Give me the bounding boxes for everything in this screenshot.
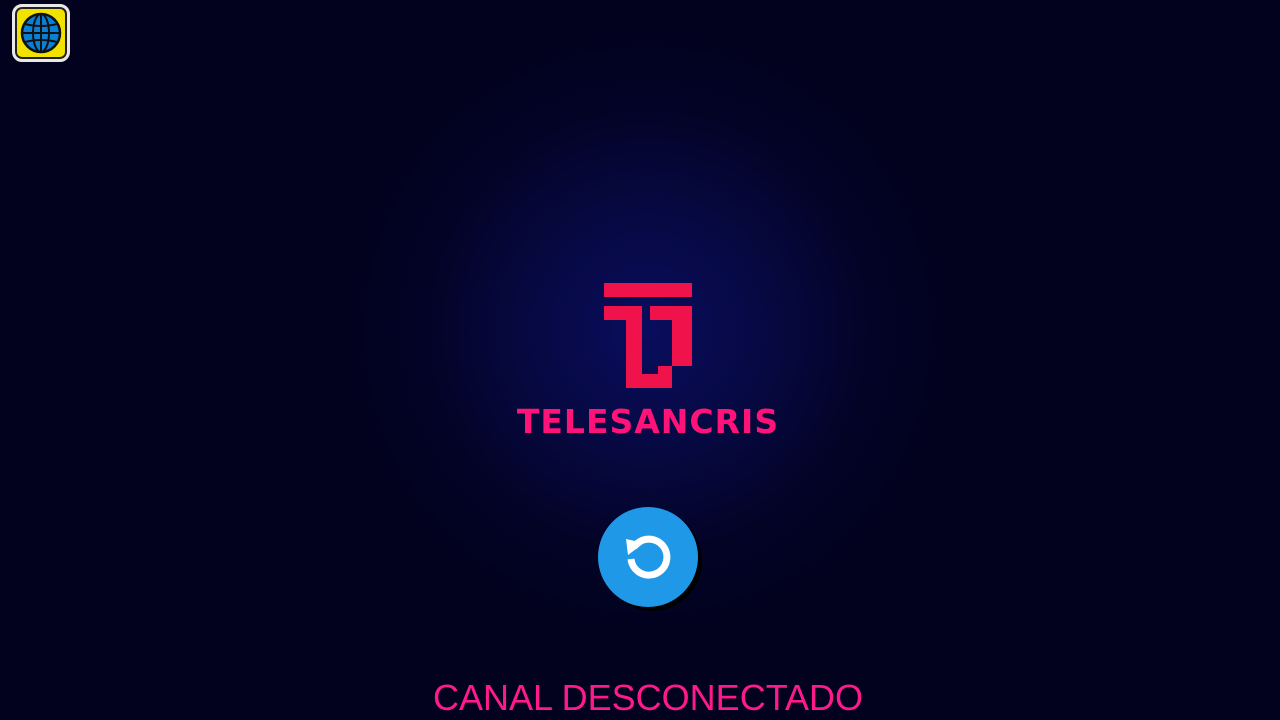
reload-icon <box>618 525 678 590</box>
globe-icon <box>19 11 63 55</box>
status-message: CANAL DESCONECTADO <box>432 677 864 718</box>
channel-logo <box>600 281 694 391</box>
ts-logo-icon <box>604 283 692 388</box>
channel-name: TELESANCRIS <box>516 402 780 441</box>
reload-button[interactable] <box>598 507 698 607</box>
globe-button[interactable] <box>12 4 70 62</box>
